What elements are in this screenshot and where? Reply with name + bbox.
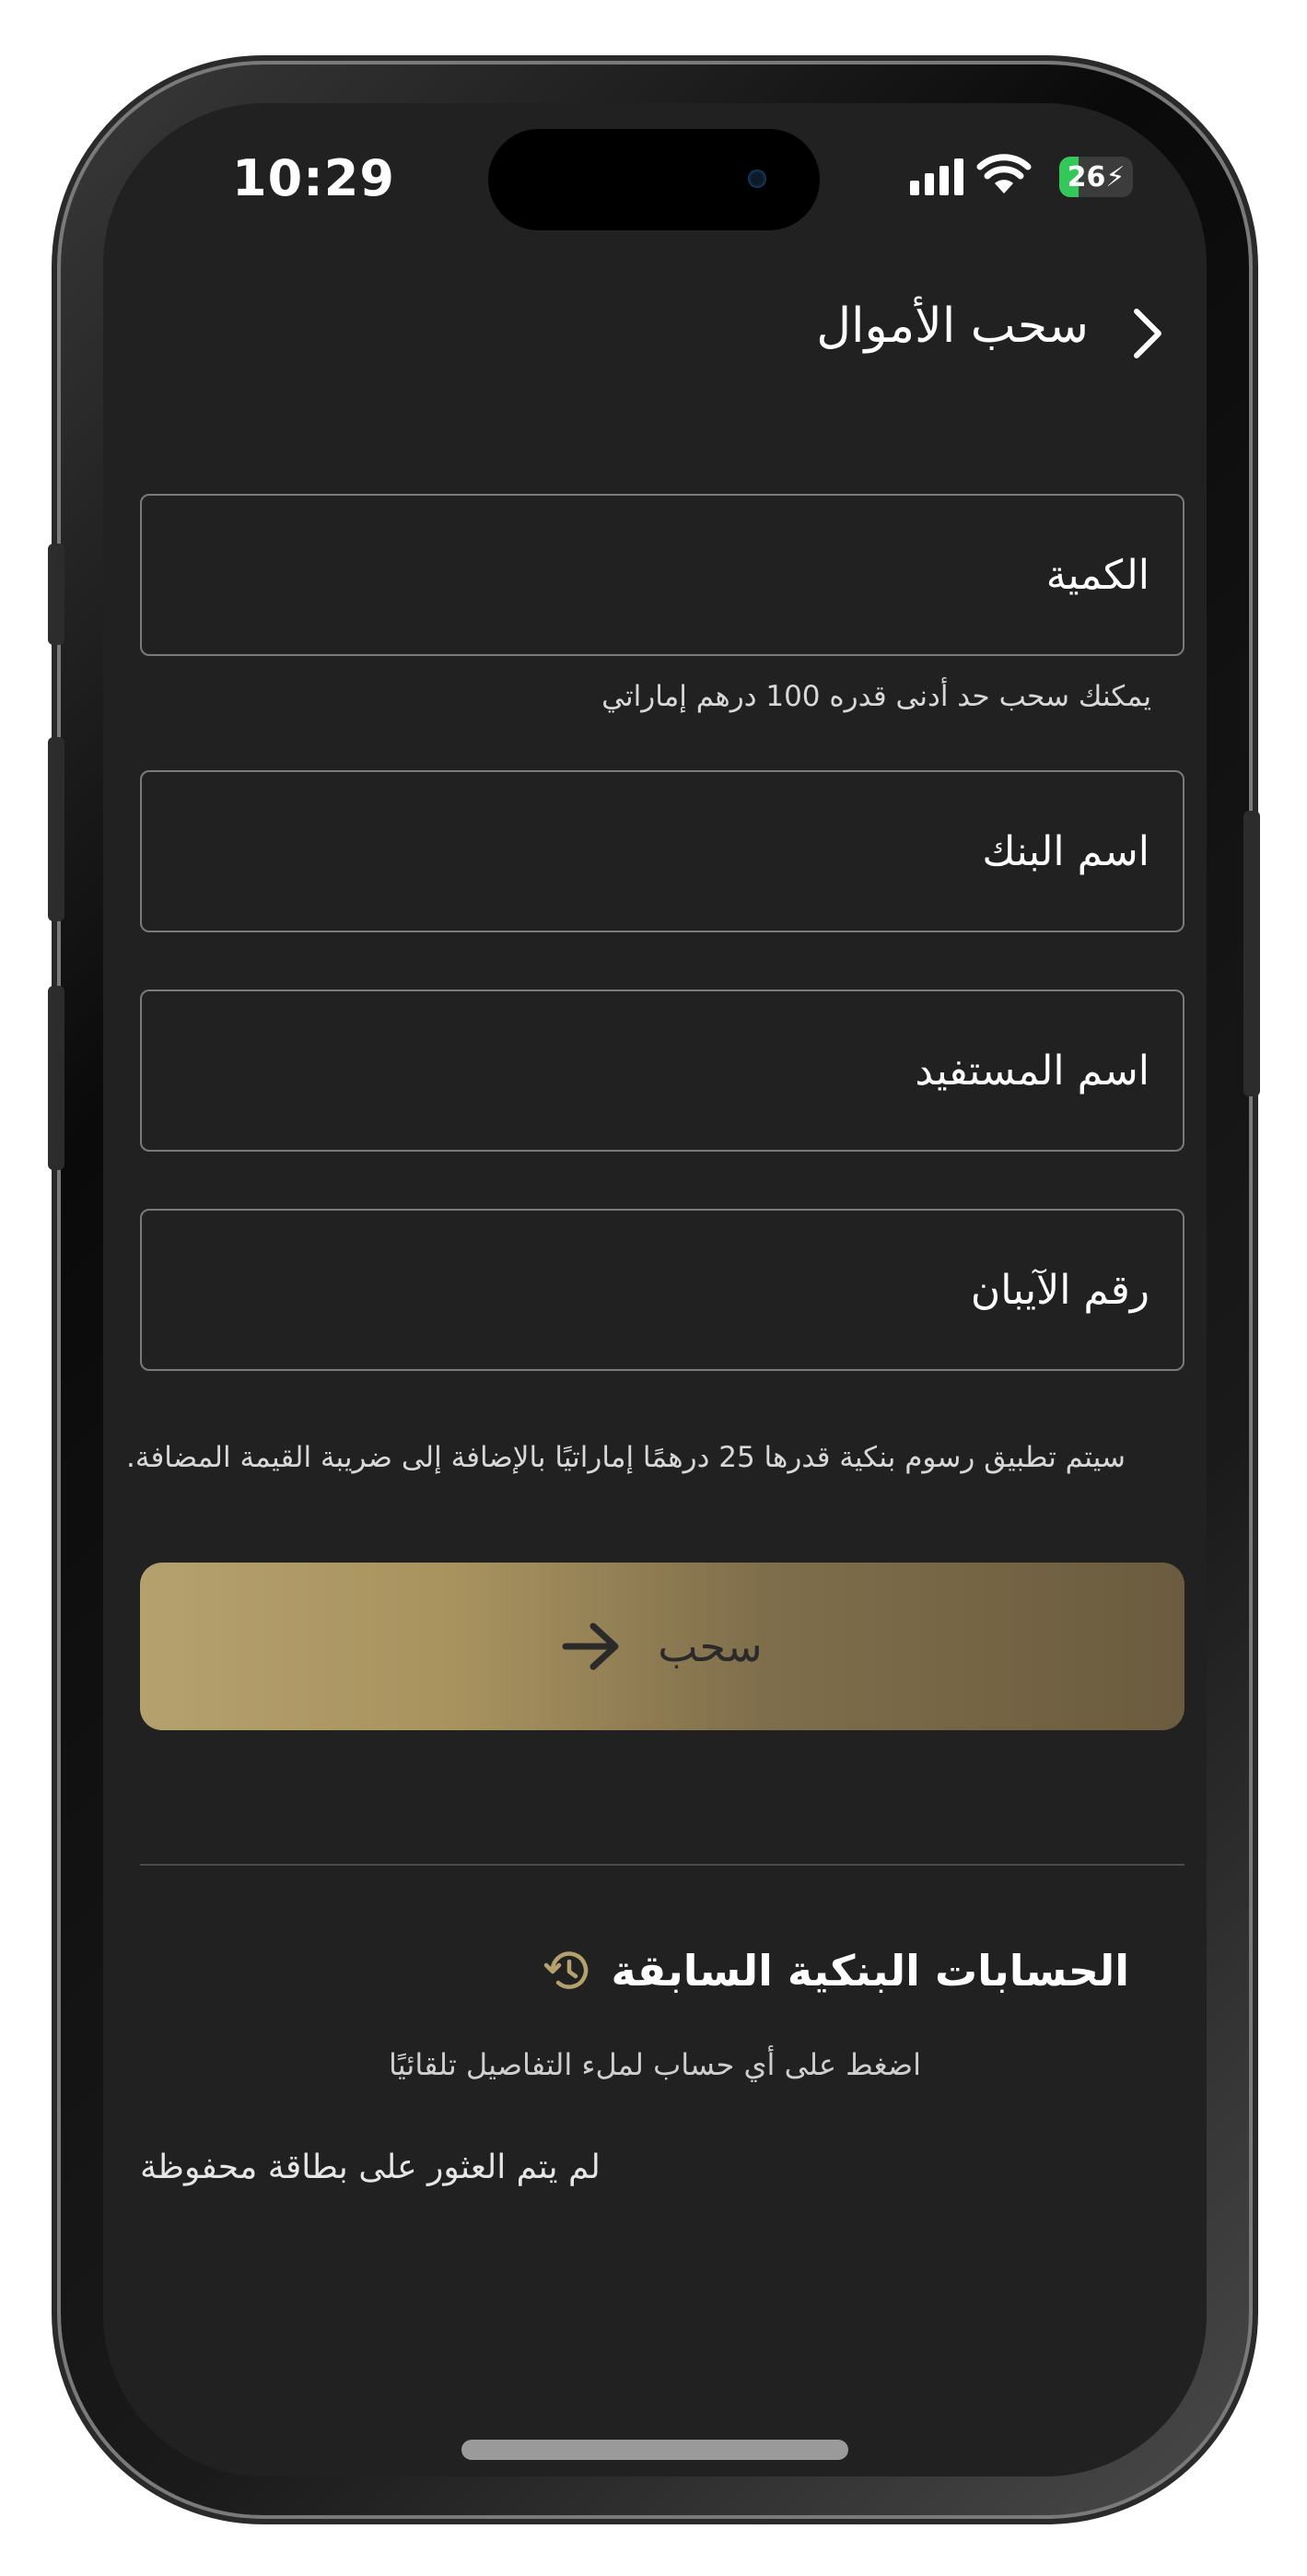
bank-name-input[interactable] xyxy=(142,772,1183,931)
arrow-right-icon xyxy=(562,1622,619,1670)
volume-down-button xyxy=(48,986,64,1170)
history-icon xyxy=(543,1951,588,1989)
amount-field xyxy=(140,494,1184,656)
volume-up-button xyxy=(48,737,64,921)
beneficiary-name-field xyxy=(140,989,1184,1152)
beneficiary-name-input[interactable] xyxy=(142,991,1183,1150)
section-divider xyxy=(140,1864,1184,1866)
bank-name-field xyxy=(140,770,1184,932)
amount-input[interactable] xyxy=(142,496,1183,654)
power-button xyxy=(1243,811,1260,1096)
wifi-icon xyxy=(976,154,1032,193)
battery-icon: 26 ⚡ xyxy=(1059,157,1133,197)
chevron-right-icon xyxy=(1134,309,1161,358)
home-indicator[interactable] xyxy=(461,2440,848,2460)
withdraw-button[interactable]: سحب xyxy=(140,1563,1184,1730)
cellular-signal-icon xyxy=(910,158,963,195)
back-button[interactable] xyxy=(1118,304,1177,363)
iban-input[interactable] xyxy=(142,1211,1183,1369)
bank-fee-note: سيتم تطبيق رسوم بنكية قدرها 25 درهمًا إم… xyxy=(125,1441,1126,1474)
iban-field xyxy=(140,1209,1184,1371)
saved-accounts-subtitle: اضغط على أي حساب لملء التفاصيل تلقائيًا xyxy=(389,2047,921,2082)
status-bar: 10:29 26 ⚡ xyxy=(103,103,1207,251)
status-time: 10:29 xyxy=(232,149,395,207)
withdraw-button-label: سحب xyxy=(658,1622,763,1671)
page-header: سحب الأموال xyxy=(103,287,1207,380)
no-saved-cards-message: لم يتم العثور على بطاقة محفوظة xyxy=(140,2149,601,2186)
amount-hint: يمكنك سحب حد أدنى قدره 100 درهم إماراتي xyxy=(601,680,1151,713)
dynamic-island xyxy=(488,129,820,230)
front-camera xyxy=(748,170,766,188)
app-screen: 10:29 26 ⚡ سحب الأموال الكمية يمكنك سحب … xyxy=(103,103,1207,2476)
page-title: سحب الأموال xyxy=(816,299,1089,354)
battery-percentage: 26 ⚡ xyxy=(1067,160,1126,193)
saved-accounts-header: الحسابات البنكية السابقة xyxy=(543,1946,1130,1996)
action-button xyxy=(48,544,64,645)
saved-accounts-title: الحسابات البنكية السابقة xyxy=(611,1946,1130,1996)
